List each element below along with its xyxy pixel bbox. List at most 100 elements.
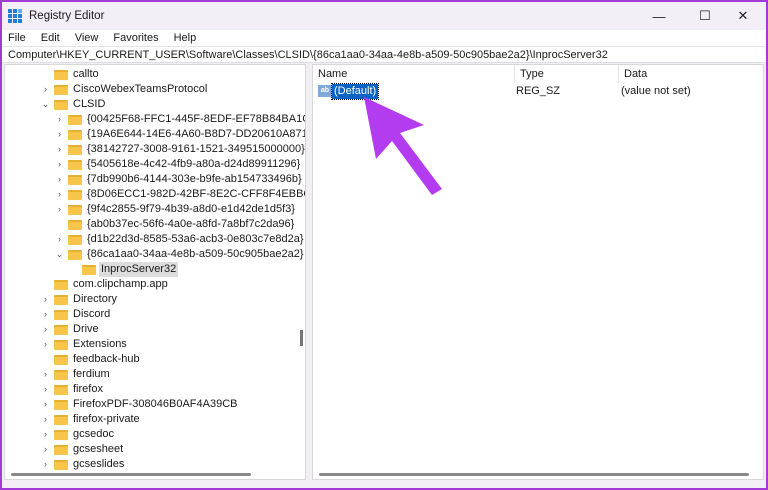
folder-icon <box>54 279 68 290</box>
chevron-right-icon[interactable]: › <box>41 337 50 352</box>
title-bar: Registry Editor — ☐ ✕ <box>2 2 766 30</box>
tree-item[interactable]: › Extensions <box>41 337 129 352</box>
tree-horizontal-scrollbar[interactable] <box>11 473 251 476</box>
chevron-right-icon[interactable]: › <box>41 397 50 412</box>
tree-item[interactable]: ⌄ CLSID <box>41 97 107 112</box>
folder-icon <box>54 384 68 395</box>
folder-icon <box>68 114 82 125</box>
chevron-right-icon[interactable]: › <box>41 322 50 337</box>
tree-item-label: {38142727-3008-9161-1521-349515000000} <box>87 143 305 155</box>
tree-item-label: {7db990b6-4144-303e-b9fe-ab154733496b} <box>87 173 302 185</box>
folder-icon <box>54 459 68 470</box>
tree-item-label: FirefoxPDF-308046B0AF4A39CB <box>73 398 238 410</box>
tree-item[interactable]: › {d1b22d3d-8585-53a6-acb3-0e803c7e8d2a} <box>55 232 305 247</box>
tree-item[interactable]: › gcsedoc <box>41 427 116 442</box>
column-header-name[interactable]: Name <box>313 65 515 83</box>
window-title: Registry Editor <box>29 10 105 22</box>
tree-item[interactable]: › gcseslides <box>41 457 126 472</box>
tree-item-label: ferdium <box>73 368 110 380</box>
tree-item[interactable]: com.clipchamp.app <box>41 277 170 292</box>
chevron-down-icon[interactable]: ⌄ <box>41 97 50 112</box>
folder-icon <box>54 354 68 365</box>
folder-icon <box>54 309 68 320</box>
chevron-right-icon[interactable]: › <box>41 427 50 442</box>
tree-item-label: {19A6E644-14E6-4A60-B8D7-DD20610A871D} <box>87 128 306 140</box>
folder-icon <box>54 84 68 95</box>
minimize-button[interactable]: — <box>636 2 682 30</box>
chevron-right-icon[interactable]: › <box>41 457 50 472</box>
menu-favorites[interactable]: Favorites <box>113 30 158 46</box>
tree-item[interactable]: › Discord <box>41 307 112 322</box>
chevron-right-icon[interactable]: › <box>41 412 50 427</box>
folder-icon <box>54 444 68 455</box>
tree-item[interactable]: › Drive <box>41 322 101 337</box>
value-data: (value not set) <box>621 85 691 97</box>
string-value-icon: ab <box>318 85 332 97</box>
tree-item[interactable]: › CiscoWebexTeamsProtocol <box>41 82 209 97</box>
column-header-data[interactable]: Data <box>619 65 765 83</box>
chevron-right-icon[interactable]: › <box>41 367 50 382</box>
values-horizontal-scrollbar[interactable] <box>319 473 749 476</box>
tree-item-label: {8D06ECC1-982D-42BF-8E2C-CFF8F4EBBC19} <box>87 188 306 200</box>
tree-item-label: {86ca1aa0-34aa-4e8b-a509-50c905bae2a2} <box>87 248 304 260</box>
chevron-right-icon[interactable]: › <box>55 112 64 127</box>
tree-item[interactable]: feedback-hub <box>41 352 142 367</box>
tree-item[interactable]: InprocServer32 <box>69 262 179 277</box>
tree-item[interactable]: › firefox-private <box>41 412 142 427</box>
tree-item[interactable]: › {00425F68-FFC1-445F-8EDF-EF78B84BA1C7} <box>55 112 305 127</box>
chevron-right-icon[interactable]: › <box>55 157 64 172</box>
tree-item[interactable]: {ab0b37ec-56f6-4a0e-a8fd-7a8bf7c2da96} <box>55 217 296 232</box>
tree-item[interactable]: › {7db990b6-4144-303e-b9fe-ab154733496b} <box>55 172 304 187</box>
tree-item-label: CiscoWebexTeamsProtocol <box>73 83 208 95</box>
tree-item[interactable]: › ferdium <box>41 367 112 382</box>
tree-item[interactable]: › {19A6E644-14E6-4A60-B8D7-DD20610A871D} <box>55 127 306 142</box>
menu-view[interactable]: View <box>75 30 99 46</box>
chevron-right-icon[interactable]: › <box>41 307 50 322</box>
tree-item[interactable]: › {38142727-3008-9161-1521-349515000000} <box>55 142 305 157</box>
tree-item[interactable]: › FirefoxPDF-308046B0AF4A39CB <box>41 397 239 412</box>
tree-item[interactable]: › firefox <box>41 382 105 397</box>
menu-file[interactable]: File <box>8 30 26 46</box>
tree-item-label: com.clipchamp.app <box>73 278 168 290</box>
chevron-right-icon[interactable]: › <box>41 292 50 307</box>
registry-editor-window: Registry Editor — ☐ ✕ File Edit View Fav… <box>2 2 766 488</box>
tree-item-label: {d1b22d3d-8585-53a6-acb3-0e803c7e8d2a} <box>87 233 304 245</box>
chevron-right-icon[interactable]: › <box>55 232 64 247</box>
tree-item-label: InprocServer32 <box>99 262 179 277</box>
folder-icon <box>54 369 68 380</box>
tree-item[interactable]: › {8D06ECC1-982D-42BF-8E2C-CFF8F4EBBC19} <box>55 187 306 202</box>
registry-editor-icon <box>8 9 22 23</box>
chevron-right-icon[interactable]: › <box>55 127 64 142</box>
menu-help[interactable]: Help <box>174 30 197 46</box>
column-header-type[interactable]: Type <box>515 65 619 83</box>
chevron-down-icon[interactable]: ⌄ <box>55 247 64 262</box>
chevron-right-icon[interactable]: › <box>41 382 50 397</box>
folder-icon <box>54 429 68 440</box>
tree-item[interactable]: ⌄ {86ca1aa0-34aa-4e8b-a509-50c905bae2a2} <box>55 247 305 262</box>
folder-icon <box>68 219 82 230</box>
tree-item-label: {5405618e-4c42-4fb9-a80a-d24d89911296} <box>87 158 301 170</box>
value-type: REG_SZ <box>516 85 561 97</box>
key-tree-pane: callto › CiscoWebexTeamsProtocol ⌄ CLSID › {00… <box>4 64 306 480</box>
chevron-right-icon[interactable]: › <box>55 187 64 202</box>
folder-icon <box>54 399 68 410</box>
tree-item-label: CLSID <box>73 98 106 110</box>
chevron-right-icon[interactable]: › <box>41 82 50 97</box>
tree-item[interactable]: › {5405618e-4c42-4fb9-a80a-d24d89911296} <box>55 157 302 172</box>
folder-icon <box>54 294 68 305</box>
tree-item[interactable]: › Directory <box>41 292 119 307</box>
folder-icon <box>54 324 68 335</box>
address-bar[interactable]: Computer\HKEY_CURRENT_USER\Software\Clas… <box>2 46 766 63</box>
chevron-right-icon[interactable]: › <box>41 442 50 457</box>
chevron-right-icon[interactable]: › <box>55 202 64 217</box>
tree-item[interactable]: callto <box>41 67 101 82</box>
menu-edit[interactable]: Edit <box>41 30 60 46</box>
tree-vertical-scrollbar[interactable] <box>300 330 303 346</box>
close-button[interactable]: ✕ <box>720 2 766 30</box>
chevron-right-icon[interactable]: › <box>55 172 64 187</box>
tree-item[interactable]: › {9f4c2855-9f79-4b39-a8d0-e1d42de1d5f3} <box>55 202 297 217</box>
tree-item-label: Extensions <box>73 338 127 350</box>
tree-item-label: firefox-private <box>73 413 140 425</box>
tree-item[interactable]: › gcsesheet <box>41 442 125 457</box>
chevron-right-icon[interactable]: › <box>55 142 64 157</box>
